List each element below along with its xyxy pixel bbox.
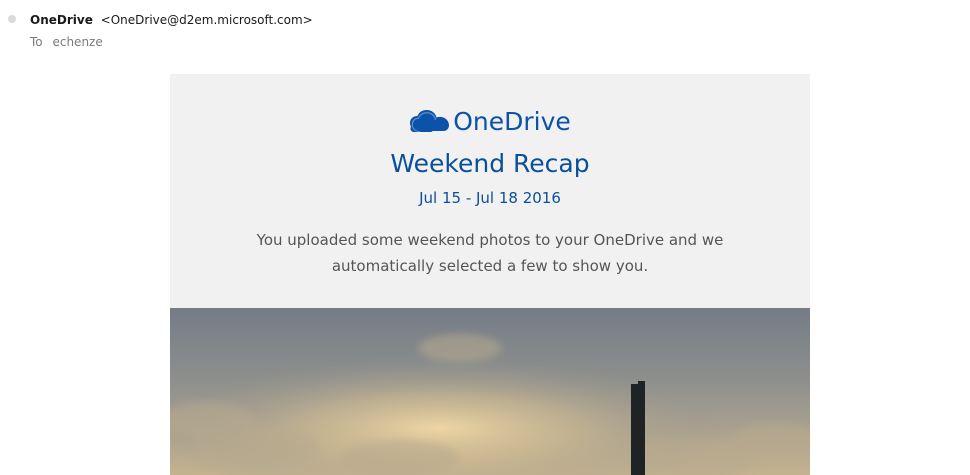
sender-email[interactable]: <OneDrive@d2em.microsoft.com> — [101, 13, 313, 27]
date-range: Jul 15 - Jul 18 2016 — [419, 189, 561, 207]
recap-photo[interactable] — [170, 308, 810, 475]
unread-dot-icon — [8, 15, 16, 23]
recipient-line: To echenze — [30, 35, 103, 49]
recap-card: OneDrive Weekend Recap Jul 15 - Jul 18 2… — [170, 74, 810, 308]
sender-name[interactable]: OneDrive — [30, 13, 93, 27]
cloud-icon — [410, 110, 450, 132]
onedrive-brand[interactable]: OneDrive — [170, 104, 810, 138]
to-label: To — [30, 35, 43, 49]
sunset-photo-image[interactable] — [170, 308, 810, 475]
recipient-name[interactable]: echenze — [52, 35, 102, 49]
sender-line[interactable]: OneDrive <OneDrive@d2em.microsoft.com> — [30, 13, 313, 27]
brand-name[interactable]: OneDrive — [453, 109, 571, 134]
recap-message: You uploaded some weekend photos to your… — [256, 231, 724, 275]
email-header: OneDrive <OneDrive@d2em.microsoft.com> T… — [0, 0, 970, 60]
recap-title: Weekend Recap — [390, 149, 590, 178]
